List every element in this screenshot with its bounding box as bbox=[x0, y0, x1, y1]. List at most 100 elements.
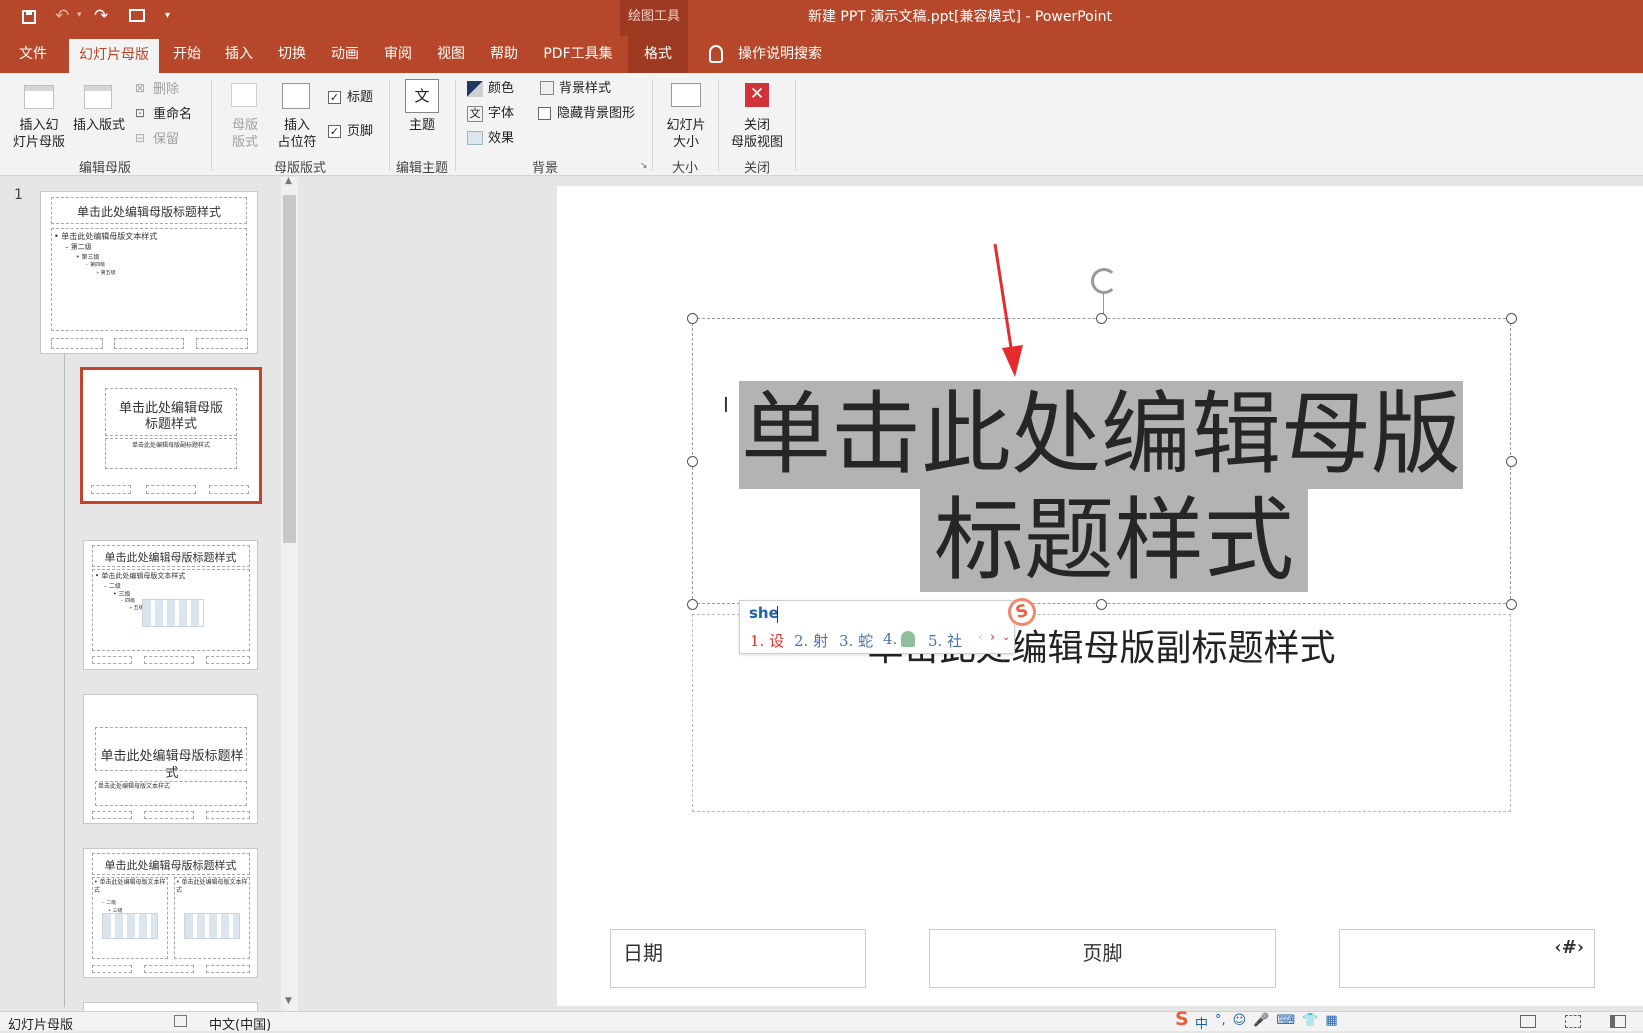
background-styles-button[interactable]: 背景样式 bbox=[559, 80, 611, 97]
thumbnail-scrollbar[interactable]: ▲ ▼ bbox=[281, 176, 298, 1011]
tab-view[interactable]: 视图 bbox=[429, 36, 473, 73]
ime-skin-icon[interactable]: 👕 bbox=[1302, 1013, 1318, 1031]
thumb-text: • 单击此处编辑母版文本样式 bbox=[54, 232, 158, 241]
thumb-footer-box bbox=[206, 965, 250, 973]
resize-handle[interactable] bbox=[687, 313, 698, 324]
tab-home[interactable]: 开始 bbox=[165, 36, 209, 73]
ime-mode-icon[interactable]: 中 bbox=[1195, 1013, 1208, 1032]
context-group-label: 绘图工具 bbox=[620, 0, 688, 36]
tab-help[interactable]: 帮助 bbox=[482, 36, 526, 73]
save-icon[interactable] bbox=[22, 10, 36, 24]
footer-text[interactable]: 页脚 bbox=[929, 937, 1276, 966]
tab-file[interactable]: 文件 bbox=[8, 36, 58, 73]
tab-format[interactable]: 格式 bbox=[628, 36, 688, 73]
ime-toolbar[interactable]: 中 °, ☺ 🎤 ⌨ 👕 ▦ bbox=[1195, 1013, 1380, 1032]
thumbnail-title-layout-selected[interactable]: 单击此处编辑母版标题样式 单击此处编辑母版副标题样式 bbox=[80, 367, 262, 504]
tab-review[interactable]: 审阅 bbox=[376, 36, 420, 73]
tab-insert[interactable]: 插入 bbox=[217, 36, 261, 73]
insert-placeholder-button[interactable]: 插入 占位符 bbox=[270, 117, 324, 151]
colors-button[interactable]: 颜色 bbox=[488, 80, 514, 97]
arrow-shaft bbox=[993, 244, 1014, 355]
page-number-text[interactable]: ‹#› bbox=[1339, 937, 1584, 958]
delete-button[interactable]: 删除 bbox=[153, 81, 179, 98]
ime-candidate-3[interactable]: 3. 蛇 bbox=[839, 630, 873, 651]
thumb-title: 单击此处编辑母版标题样式 bbox=[104, 551, 237, 564]
thumbnail-title-content-layout[interactable]: 单击此处编辑母版标题样式 • 单击此处编辑母版文本样式 – 二级 • 三级 – … bbox=[83, 540, 258, 670]
scroll-up-icon[interactable]: ▲ bbox=[285, 176, 292, 186]
rotate-handle[interactable] bbox=[1091, 268, 1117, 294]
hide-background-checkbox[interactable] bbox=[538, 107, 551, 120]
effects-button[interactable]: 效果 bbox=[488, 130, 514, 147]
ime-voice-icon[interactable]: 🎤 bbox=[1253, 1013, 1269, 1031]
date-text[interactable]: 日期 bbox=[623, 937, 663, 966]
ime-caret bbox=[777, 606, 778, 623]
title-checkbox[interactable]: ✓ bbox=[328, 91, 341, 104]
ribbon: 插入幻 灯片母版 插入版式 ⊠ 删除 ⊡ 重命名 ⊟ 保留 编辑母版 母版 版式… bbox=[0, 73, 1643, 176]
thumbnail-partial[interactable] bbox=[83, 1002, 258, 1011]
dialog-launcher-icon[interactable]: ↘ bbox=[640, 161, 648, 171]
scroll-thumb[interactable] bbox=[283, 195, 296, 543]
resize-handle[interactable] bbox=[687, 599, 698, 610]
resize-handle[interactable] bbox=[1506, 456, 1517, 467]
resize-handle[interactable] bbox=[687, 456, 698, 467]
thumb-footer-box bbox=[114, 338, 184, 349]
ime-candidate-4[interactable]: 4. bbox=[883, 630, 897, 648]
redo-icon[interactable]: ↷ bbox=[94, 6, 108, 26]
preserve-button[interactable]: 保留 bbox=[153, 131, 179, 148]
ime-punct-icon[interactable]: °, bbox=[1215, 1013, 1226, 1031]
present-icon[interactable] bbox=[129, 9, 145, 22]
thumbnail-two-content-layout[interactable]: 单击此处编辑母版标题样式 • 单击此处编辑母版文本样式 • 单击此处编辑母版文本… bbox=[83, 848, 258, 978]
ime-candidate-1[interactable]: 1. 设 bbox=[750, 630, 784, 651]
master-layout-button[interactable]: 母版 版式 bbox=[222, 117, 268, 151]
tab-slide-master[interactable]: 幻灯片母版 bbox=[69, 39, 159, 73]
normal-view-icon[interactable] bbox=[1520, 1015, 1536, 1028]
ime-candidate-2[interactable]: 2. 射 bbox=[794, 630, 828, 651]
resize-handle[interactable] bbox=[1506, 599, 1517, 610]
fonts-button[interactable]: 字体 bbox=[488, 105, 514, 122]
thumb-footer-box bbox=[144, 656, 194, 664]
ime-toolbox-icon[interactable]: ▦ bbox=[1325, 1013, 1337, 1031]
text-cursor-icon: I bbox=[723, 393, 729, 417]
slide-sorter-icon[interactable] bbox=[1565, 1015, 1581, 1028]
ime-prev-icon[interactable]: ‹ bbox=[978, 630, 983, 645]
ime-next-icon[interactable]: › bbox=[990, 630, 995, 645]
insert-slide-master-button[interactable]: 插入幻 灯片母版 bbox=[6, 117, 72, 151]
reading-view-icon[interactable] bbox=[1610, 1015, 1626, 1028]
tab-pdf-tools[interactable]: PDF工具集 bbox=[536, 36, 620, 73]
undo-icon[interactable]: ↶ bbox=[55, 6, 69, 26]
ime-emoji-icon[interactable]: ☺ bbox=[1233, 1013, 1247, 1031]
thumbnail-master[interactable]: 单击此处编辑母版标题样式 • 单击此处编辑母版文本样式 – 第二级 • 第三级 … bbox=[40, 191, 258, 354]
close-master-view-button[interactable]: 关闭 母版视图 bbox=[725, 117, 789, 151]
thumbnail-section-header-layout[interactable]: 单击此处编辑母版标题样式 单击此处编辑母版文本样式 bbox=[83, 694, 258, 824]
ime-expand-icon[interactable]: ⌄ bbox=[1002, 632, 1010, 643]
red-arrow-annotation bbox=[993, 244, 1023, 377]
sogou-tray-icon[interactable]: S bbox=[1175, 1008, 1189, 1030]
title-text-line-2[interactable]: 标题样式 bbox=[920, 489, 1308, 592]
footer-checkbox-label: 页脚 bbox=[347, 124, 374, 139]
thumb-footer-box bbox=[209, 485, 249, 494]
thumb-footer-box bbox=[206, 656, 250, 664]
ime-candidate-window[interactable]: she 1. 设 2. 射 3. 蛇 4. 5. 社 ‹ › ⌄ bbox=[739, 600, 1015, 654]
resize-handle[interactable] bbox=[1506, 313, 1517, 324]
scroll-down-icon[interactable]: ▼ bbox=[285, 996, 292, 1006]
ime-candidate-5[interactable]: 5. 社 bbox=[928, 630, 962, 651]
ime-keyboard-icon[interactable]: ⌨ bbox=[1276, 1013, 1295, 1031]
slide-size-button[interactable]: 幻灯片 大小 bbox=[659, 117, 713, 151]
customize-qat-icon[interactable]: ▾ bbox=[165, 10, 170, 21]
undo-dropdown-icon[interactable]: ▾ bbox=[77, 10, 82, 20]
footer-checkbox[interactable]: ✓ bbox=[328, 125, 341, 138]
status-language[interactable]: 中文(中国) bbox=[209, 1014, 271, 1033]
title-text-line-1[interactable]: 单击此处编辑母版 bbox=[739, 381, 1463, 489]
tell-me-search[interactable]: 操作说明搜索 bbox=[738, 36, 822, 73]
resize-handle[interactable] bbox=[1096, 599, 1107, 610]
tab-animations[interactable]: 动画 bbox=[323, 36, 367, 73]
resize-handle[interactable] bbox=[1096, 313, 1107, 324]
insert-layout-button[interactable]: 插入版式 bbox=[70, 117, 128, 134]
tab-transitions[interactable]: 切换 bbox=[270, 36, 314, 73]
rename-button[interactable]: 重命名 bbox=[153, 106, 192, 123]
spellcheck-icon[interactable] bbox=[174, 1015, 187, 1027]
group-label-edit-master: 编辑母版 bbox=[78, 161, 131, 176]
separator bbox=[211, 79, 212, 171]
theme-button[interactable]: 主题 bbox=[398, 117, 446, 134]
thumb-footer-box bbox=[146, 485, 196, 494]
